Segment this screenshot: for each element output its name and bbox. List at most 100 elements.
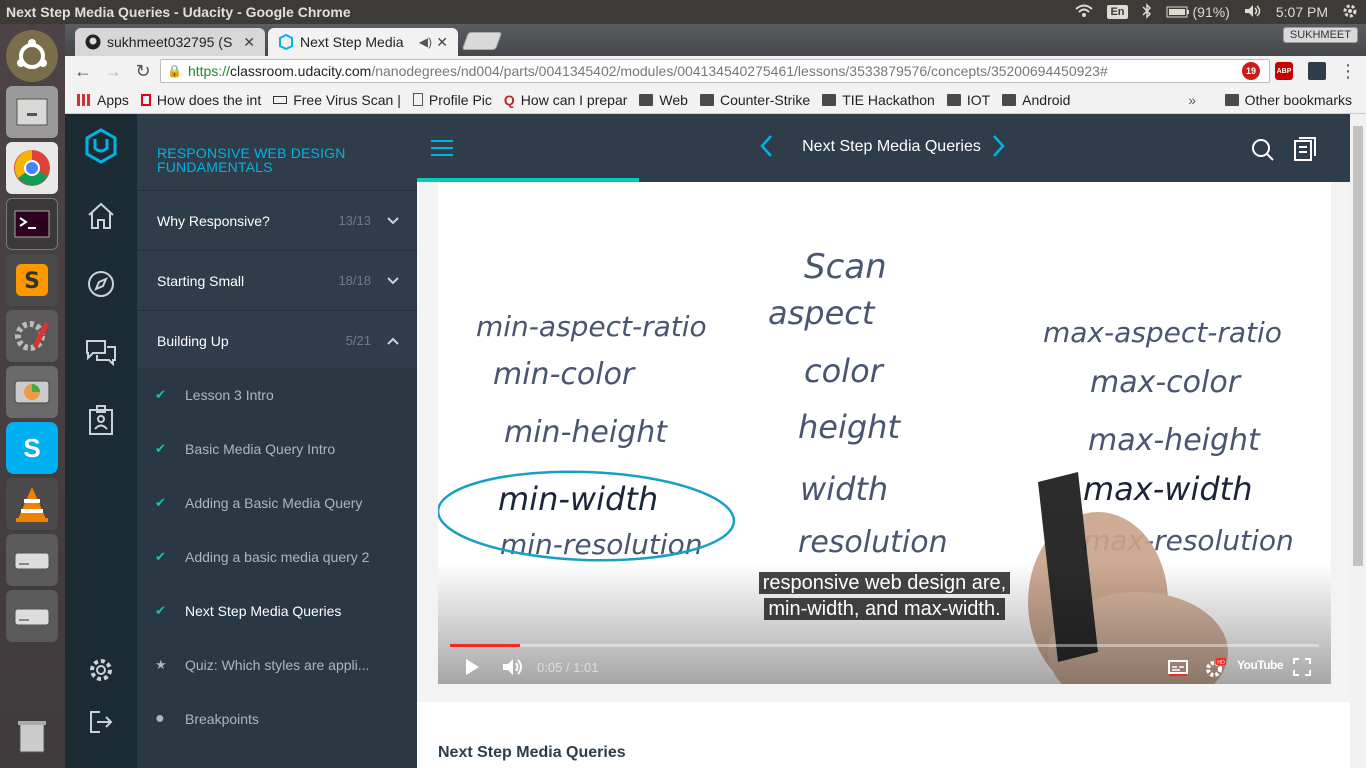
os-top-panel: Next Step Media Queries - Udacity - Goog… [0, 0, 1366, 24]
settings-gear-icon[interactable]: HD [1204, 658, 1226, 678]
url-scheme: https:// [187, 63, 230, 79]
bluetooth-icon[interactable] [1141, 2, 1152, 22]
fullscreen-icon[interactable] [1293, 658, 1311, 676]
vlc-icon[interactable] [6, 478, 58, 530]
trash-icon[interactable] [6, 710, 58, 762]
concept-item[interactable]: ● Breakpoints [137, 692, 417, 746]
profile-badge-icon[interactable] [85, 404, 117, 436]
drive-icon[interactable] [6, 534, 58, 586]
bookmark-folder[interactable]: Web [639, 92, 688, 108]
tab-github[interactable]: sukhmeet032795 (S ✕ [75, 28, 265, 56]
system-tray: En (91%) 5:07 PM [1075, 0, 1358, 24]
adblock-plus-icon[interactable]: ABP [1275, 62, 1293, 80]
concept-item[interactable]: ✔ Adding a basic media query 2 [137, 530, 417, 584]
notes-icon[interactable] [1293, 136, 1317, 167]
bookmark-item[interactable]: How does the int [140, 92, 261, 108]
lesson-section-starting-small[interactable]: Starting Small 18/18 [137, 250, 417, 310]
clock[interactable]: 5:07 PM [1276, 4, 1328, 20]
folder-icon [1224, 93, 1239, 106]
lesson-section-why-responsive[interactable]: Why Responsive? 13/13 [137, 190, 417, 250]
video-container: Scan min-aspect-ratio min-color min-heig… [417, 182, 1366, 702]
concept-item[interactable]: ★ Quiz: Which styles are appli... [137, 638, 417, 692]
volume-icon[interactable] [1244, 4, 1262, 21]
section-progress-count: 5/21 [345, 333, 371, 348]
files-icon[interactable] [6, 86, 58, 138]
bookmark-apps[interactable]: Apps [77, 92, 129, 108]
check-icon: ✔ [155, 387, 166, 402]
video-controls: 0:05 / 1:01 HD YouTube [438, 650, 1331, 684]
page-scrollbar-thumb[interactable] [1353, 126, 1363, 566]
main-content: Next Step Media Queries Scan min-aspect-… [417, 114, 1366, 768]
close-tab-icon[interactable]: ✕ [243, 34, 255, 51]
battery-indicator[interactable]: (91%) [1166, 4, 1230, 20]
profile-button[interactable]: SUKHMEET [1282, 27, 1358, 43]
close-tab-icon[interactable]: ✕ [436, 34, 448, 51]
reload-icon[interactable]: ↻ [131, 59, 155, 83]
extension-opera-icon[interactable]: 19 [1242, 62, 1260, 80]
bookmark-folder[interactable]: IOT [946, 92, 990, 108]
extension-udacity-icon[interactable] [1308, 62, 1326, 80]
bookmark-folder[interactable]: Counter-Strike [699, 92, 810, 108]
home-icon[interactable] [85, 200, 117, 232]
sublime-text-icon[interactable]: S [6, 254, 58, 306]
chat-icon[interactable] [85, 336, 117, 368]
search-icon[interactable] [1251, 138, 1275, 167]
youtube-logo-icon[interactable]: YouTube [1237, 658, 1284, 672]
page-icon [140, 93, 151, 106]
lesson-section-building-up[interactable]: Building Up 5/21 [137, 310, 417, 370]
bookmark-folder[interactable]: Android [1002, 92, 1070, 108]
back-arrow-icon[interactable]: ← [71, 59, 95, 83]
chrome-icon[interactable] [6, 142, 58, 194]
wifi-icon[interactable] [1075, 4, 1094, 21]
terminal-icon[interactable] [6, 198, 58, 250]
udacity-logo-icon[interactable] [85, 128, 117, 164]
other-bookmarks[interactable]: Other bookmarks [1224, 92, 1352, 108]
play-icon[interactable] [464, 658, 480, 676]
tab-udacity[interactable]: Next Step Media ◀) ✕ [268, 28, 458, 56]
next-concept-chevron-icon[interactable] [992, 134, 1006, 165]
settings-icon[interactable] [85, 654, 117, 686]
bookmark-item[interactable]: Q How can I prepar [504, 92, 628, 108]
ubuntu-launcher: S S [0, 24, 65, 768]
board-text-aspect: aspect [768, 294, 876, 332]
address-bar[interactable]: 🔒 https:// classroom.udacity.com /nanode… [160, 59, 1270, 83]
concept-item-current[interactable]: ✔ Next Step Media Queries [137, 584, 417, 638]
chevron-down-icon [387, 214, 399, 228]
course-title[interactable]: RESPONSIVE WEB DESIGN FUNDAMENTALS [137, 114, 417, 190]
chrome-menu-icon[interactable]: ⋮ [1336, 59, 1360, 83]
logout-icon[interactable] [85, 706, 117, 738]
drive-icon-2[interactable] [6, 590, 58, 642]
bookmark-item[interactable]: Free Virus Scan | [273, 92, 401, 108]
new-tab-button[interactable] [461, 32, 503, 50]
concept-title: Next Step Media Queries [802, 138, 981, 155]
bookmark-item[interactable]: Profile Pic [412, 92, 492, 108]
video-progress-bar[interactable] [450, 644, 1319, 647]
audio-playing-icon[interactable]: ◀) [419, 35, 432, 49]
bookmark-folder[interactable]: TIE Hackathon [822, 92, 935, 108]
ubuntu-dash-icon[interactable] [6, 30, 58, 82]
browser-toolbar: ← → ↻ 🔒 https:// classroom.udacity.com /… [65, 56, 1366, 86]
tab-label: Next Step Media [300, 34, 404, 50]
concept-item[interactable]: ✔ Basic Media Query Intro [137, 422, 417, 476]
compass-icon[interactable] [85, 268, 117, 300]
bookmarks-overflow-button[interactable]: » [1188, 92, 1196, 108]
keyboard-layout-indicator[interactable]: En [1107, 5, 1128, 19]
check-icon: ✔ [155, 495, 166, 510]
board-text-min-width: min-width [498, 480, 658, 518]
disk-usage-icon[interactable] [6, 366, 58, 418]
system-settings-icon[interactable] [6, 310, 58, 362]
captions-icon[interactable] [1168, 658, 1188, 676]
course-sidebar: RESPONSIVE WEB DESIGN FUNDAMENTALS Why R… [137, 114, 417, 768]
video-player[interactable]: Scan min-aspect-ratio min-color min-heig… [438, 182, 1331, 684]
url-path: /nanodegrees/nd004/parts/0041345402/modu… [371, 63, 1108, 79]
volume-icon[interactable] [502, 658, 524, 676]
concept-item[interactable]: ✔ Lesson 3 Intro [137, 368, 417, 422]
forward-arrow-icon[interactable]: → [101, 59, 125, 83]
udacity-favicon-icon [278, 34, 294, 50]
folder-icon [822, 93, 837, 106]
skype-icon[interactable]: S [6, 422, 58, 474]
page-scrollbar[interactable] [1350, 114, 1366, 768]
apps-grid-icon [77, 93, 91, 106]
settings-gear-icon[interactable] [1342, 3, 1358, 22]
concept-item[interactable]: ✔ Adding a Basic Media Query [137, 476, 417, 530]
